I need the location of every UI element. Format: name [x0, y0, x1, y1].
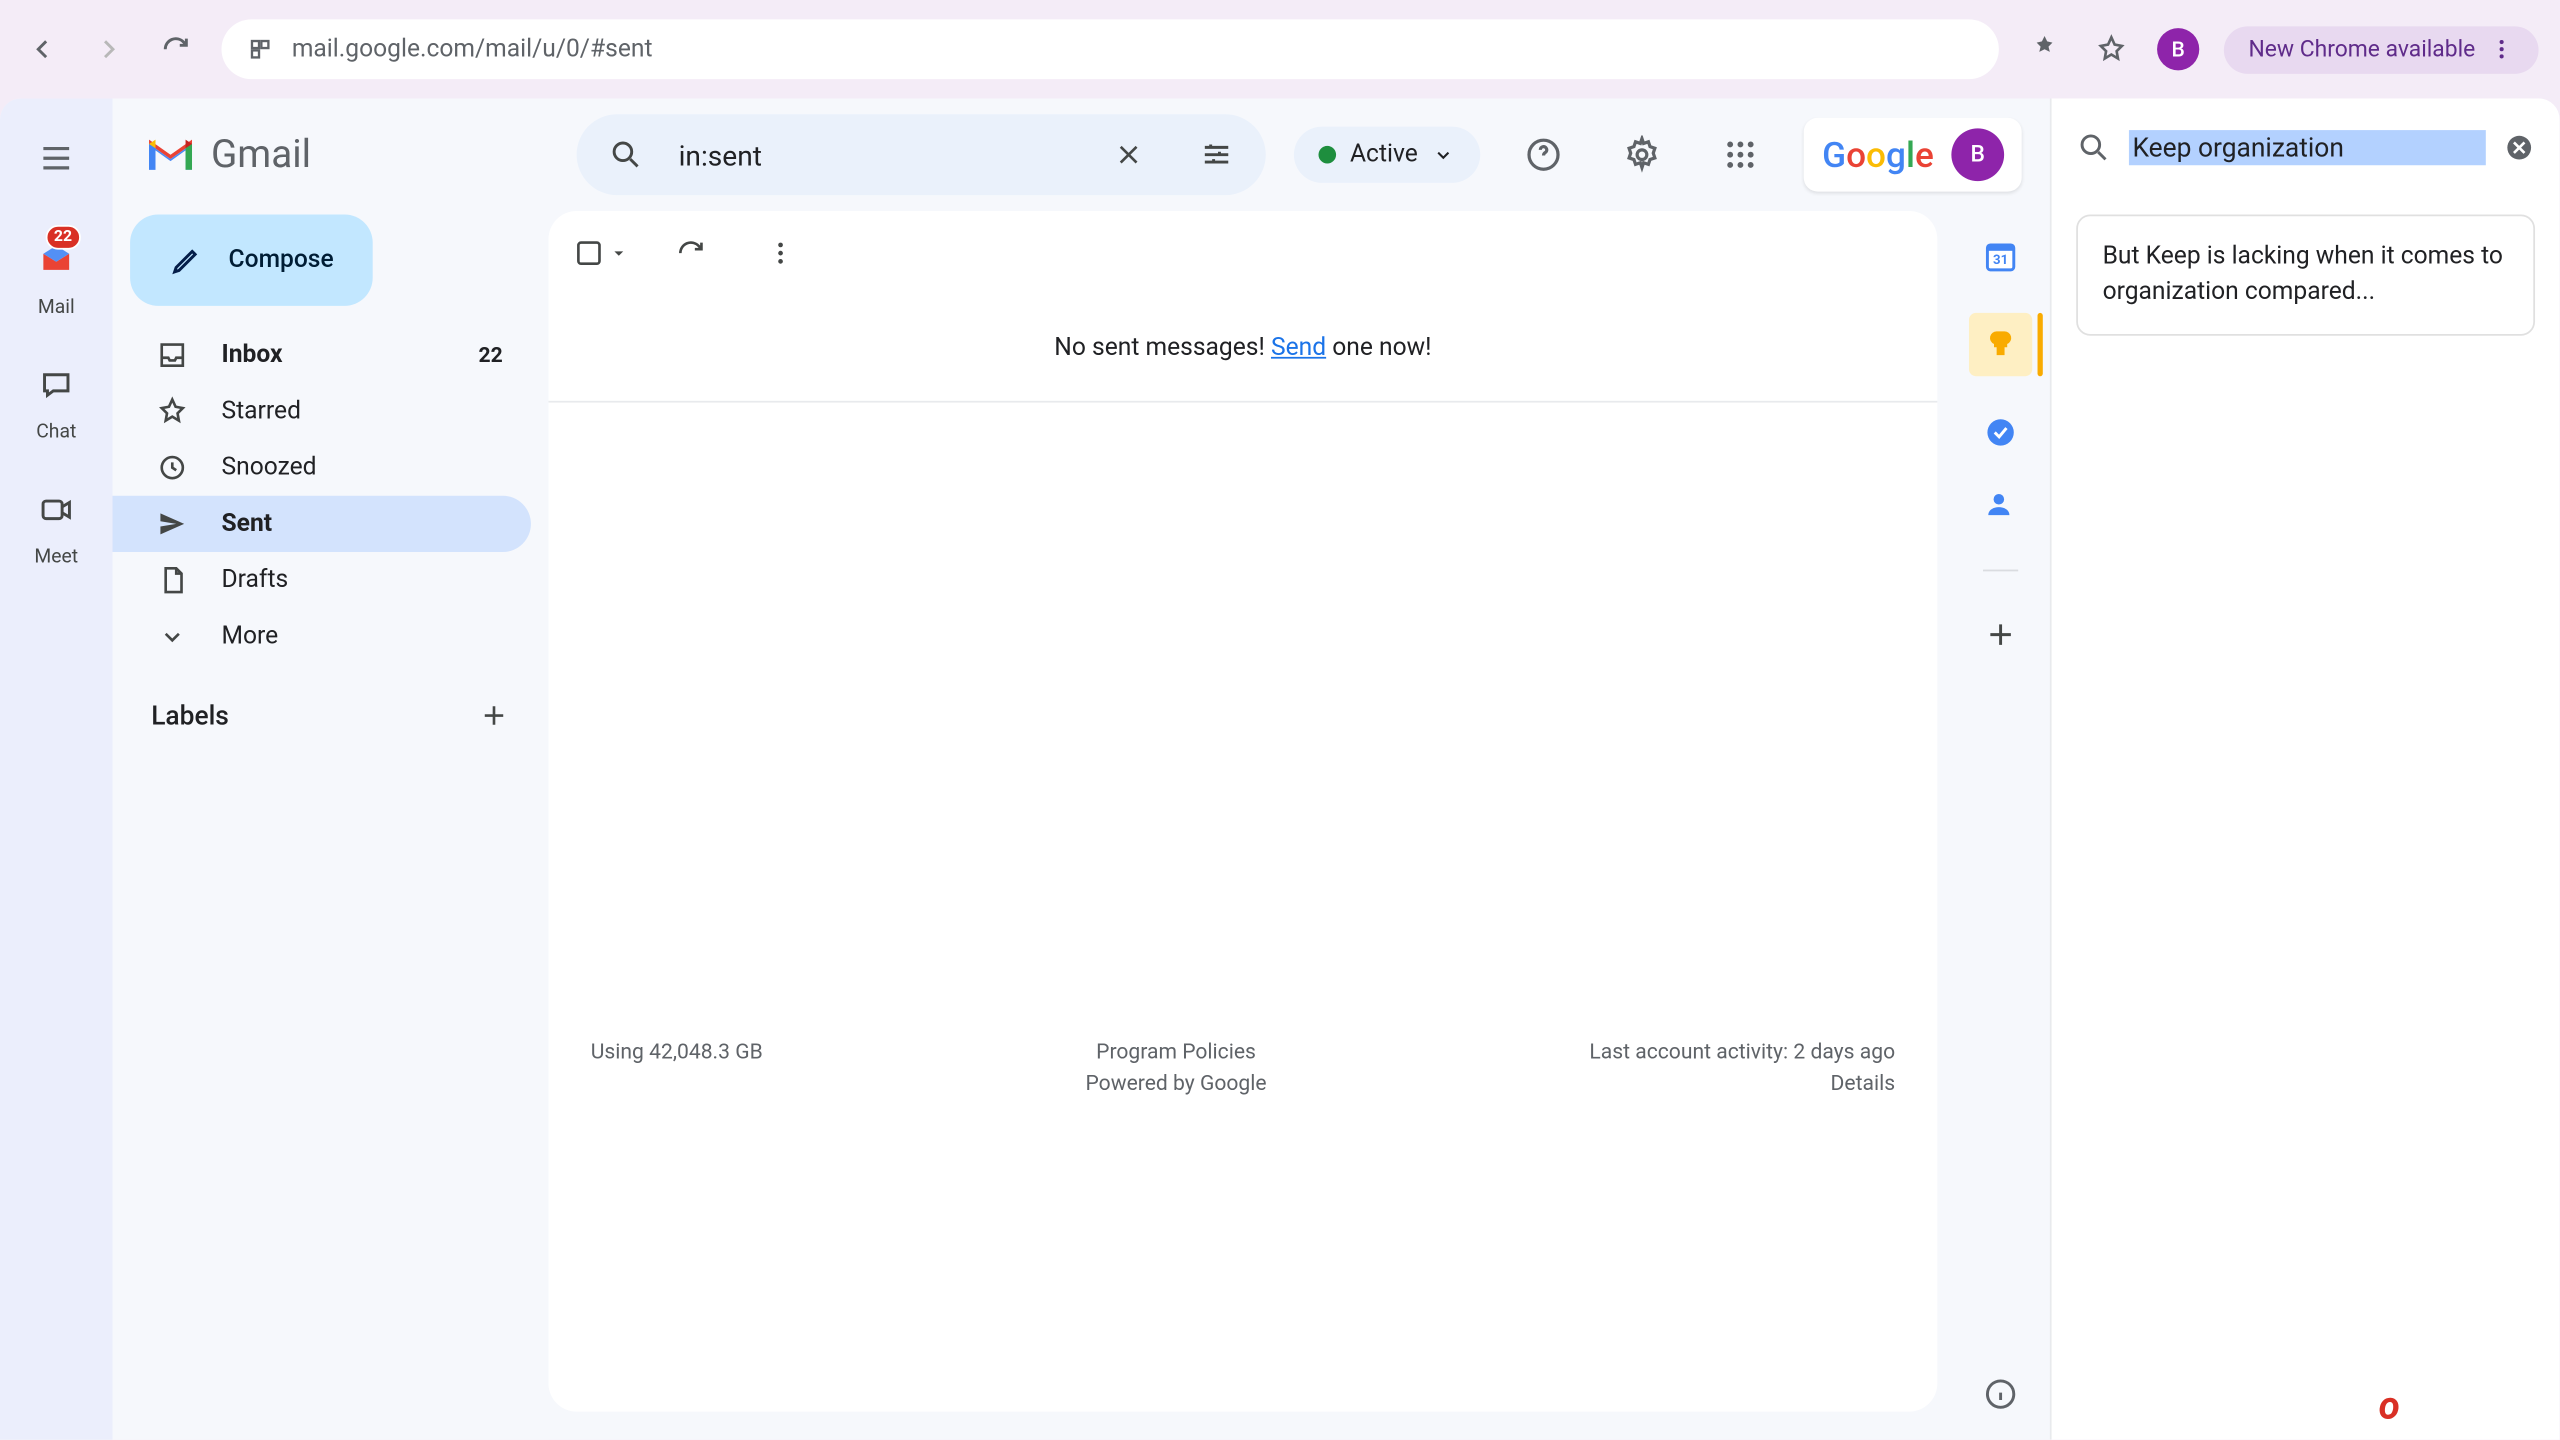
- svg-text:31: 31: [1993, 253, 2008, 268]
- left-nav: Gmail Compose Inbox 22 Starred Snooze: [113, 98, 549, 1439]
- more-vert-icon: [2489, 37, 2514, 62]
- google-account-box[interactable]: Google B: [1805, 118, 2022, 192]
- address-bar[interactable]: mail.google.com/mail/u/0/#sent: [222, 19, 1999, 79]
- activity-text: Last account activity: 2 days ago: [1589, 1039, 1895, 1064]
- site-info-icon[interactable]: [246, 35, 274, 63]
- caret-down-icon: [608, 243, 629, 264]
- details-link[interactable]: Details: [1831, 1071, 1896, 1096]
- search-input[interactable]: [679, 138, 1076, 171]
- keep-search-icon[interactable]: [2076, 130, 2111, 165]
- gmail-topbar: Active Google B: [548, 98, 2049, 211]
- empty-state: No sent messages! Send one now!: [548, 295, 1937, 402]
- nav-drafts[interactable]: Drafts: [113, 552, 531, 608]
- nav-snoozed[interactable]: Snoozed: [113, 440, 531, 496]
- send-link[interactable]: Send: [1271, 334, 1326, 362]
- pencil-icon: [169, 243, 204, 278]
- new-chrome-button[interactable]: New Chrome available: [2224, 25, 2539, 72]
- back-button[interactable]: [21, 28, 63, 70]
- watermark: Pocket-lint: [2356, 1385, 2532, 1429]
- keep-search-text[interactable]: Keep organization: [2129, 130, 2486, 165]
- mail-badge: 22: [45, 225, 81, 250]
- keep-note-result[interactable]: But Keep is lacking when it comes to org…: [2076, 214, 2535, 336]
- mail-area: No sent messages! Send one now! Using 42…: [548, 211, 1937, 1412]
- compose-button[interactable]: Compose: [130, 214, 372, 305]
- rail-mail[interactable]: 22 Mail: [28, 232, 84, 318]
- meet-icon: [39, 492, 74, 527]
- keep-panel: Keep organization But Keep is lacking wh…: [2050, 98, 2560, 1439]
- rail-meet[interactable]: Meet: [28, 482, 84, 568]
- nav-sent[interactable]: Sent: [113, 496, 531, 552]
- clear-search-button[interactable]: [1093, 120, 1163, 190]
- policies-link[interactable]: Program Policies: [1096, 1039, 1256, 1064]
- extensions-icon[interactable]: [2023, 28, 2065, 70]
- search-box[interactable]: [577, 114, 1266, 195]
- tasks-icon[interactable]: [1983, 415, 2018, 450]
- google-logo-text: Google: [1822, 134, 1934, 176]
- calendar-icon[interactable]: 31: [1983, 239, 2018, 274]
- status-chip[interactable]: Active: [1294, 127, 1481, 183]
- url-text: mail.google.com/mail/u/0/#sent: [292, 35, 653, 63]
- select-all-checkbox[interactable]: [573, 237, 629, 269]
- app-rail: 22 Mail Chat Meet: [0, 98, 113, 1439]
- chevron-down-icon: [1432, 142, 1457, 167]
- contacts-icon[interactable]: [1983, 489, 2018, 524]
- status-dot-icon: [1318, 146, 1336, 164]
- bookmark-star-icon[interactable]: [2090, 28, 2132, 70]
- side-divider: [1983, 570, 2018, 572]
- nav-inbox[interactable]: Inbox 22: [113, 327, 531, 383]
- reload-button[interactable]: [155, 28, 197, 70]
- gmail-logo-text: Gmail: [211, 133, 311, 177]
- add-addon-button[interactable]: [1983, 617, 2018, 652]
- storage-text: Using 42,048.3 GB: [591, 1039, 763, 1064]
- support-button[interactable]: [1509, 120, 1579, 190]
- refresh-button[interactable]: [661, 223, 721, 283]
- main-menu-button[interactable]: [21, 123, 91, 193]
- add-label-button[interactable]: [478, 700, 510, 732]
- powered-text: Powered by Google: [1086, 1071, 1267, 1096]
- search-icon[interactable]: [591, 137, 661, 172]
- side-info-button[interactable]: [1983, 1377, 2018, 1412]
- clock-icon: [156, 452, 188, 484]
- keep-clear-button[interactable]: [2503, 132, 2535, 164]
- labels-heading: Labels: [151, 700, 229, 732]
- chevron-down-icon: [156, 621, 188, 653]
- forward-button[interactable]: [88, 28, 130, 70]
- inbox-icon: [156, 339, 188, 371]
- chat-icon: [39, 367, 74, 402]
- side-panel-rail: 31: [1951, 211, 2049, 1440]
- nav-more[interactable]: More: [113, 608, 531, 664]
- keep-icon[interactable]: [1969, 313, 2032, 376]
- send-icon: [156, 508, 188, 540]
- chrome-profile-avatar[interactable]: B: [2157, 28, 2199, 70]
- search-options-button[interactable]: [1181, 120, 1251, 190]
- rail-chat[interactable]: Chat: [28, 357, 84, 443]
- apps-button[interactable]: [1706, 120, 1776, 190]
- file-icon: [156, 564, 188, 596]
- browser-toolbar: mail.google.com/mail/u/0/#sent B New Chr…: [0, 0, 2560, 98]
- more-actions-button[interactable]: [752, 225, 808, 281]
- settings-button[interactable]: [1608, 120, 1678, 190]
- nav-starred[interactable]: Starred: [113, 383, 531, 439]
- gmail-logo-icon: [144, 135, 197, 174]
- account-avatar[interactable]: B: [1951, 128, 2004, 181]
- star-icon: [156, 396, 188, 428]
